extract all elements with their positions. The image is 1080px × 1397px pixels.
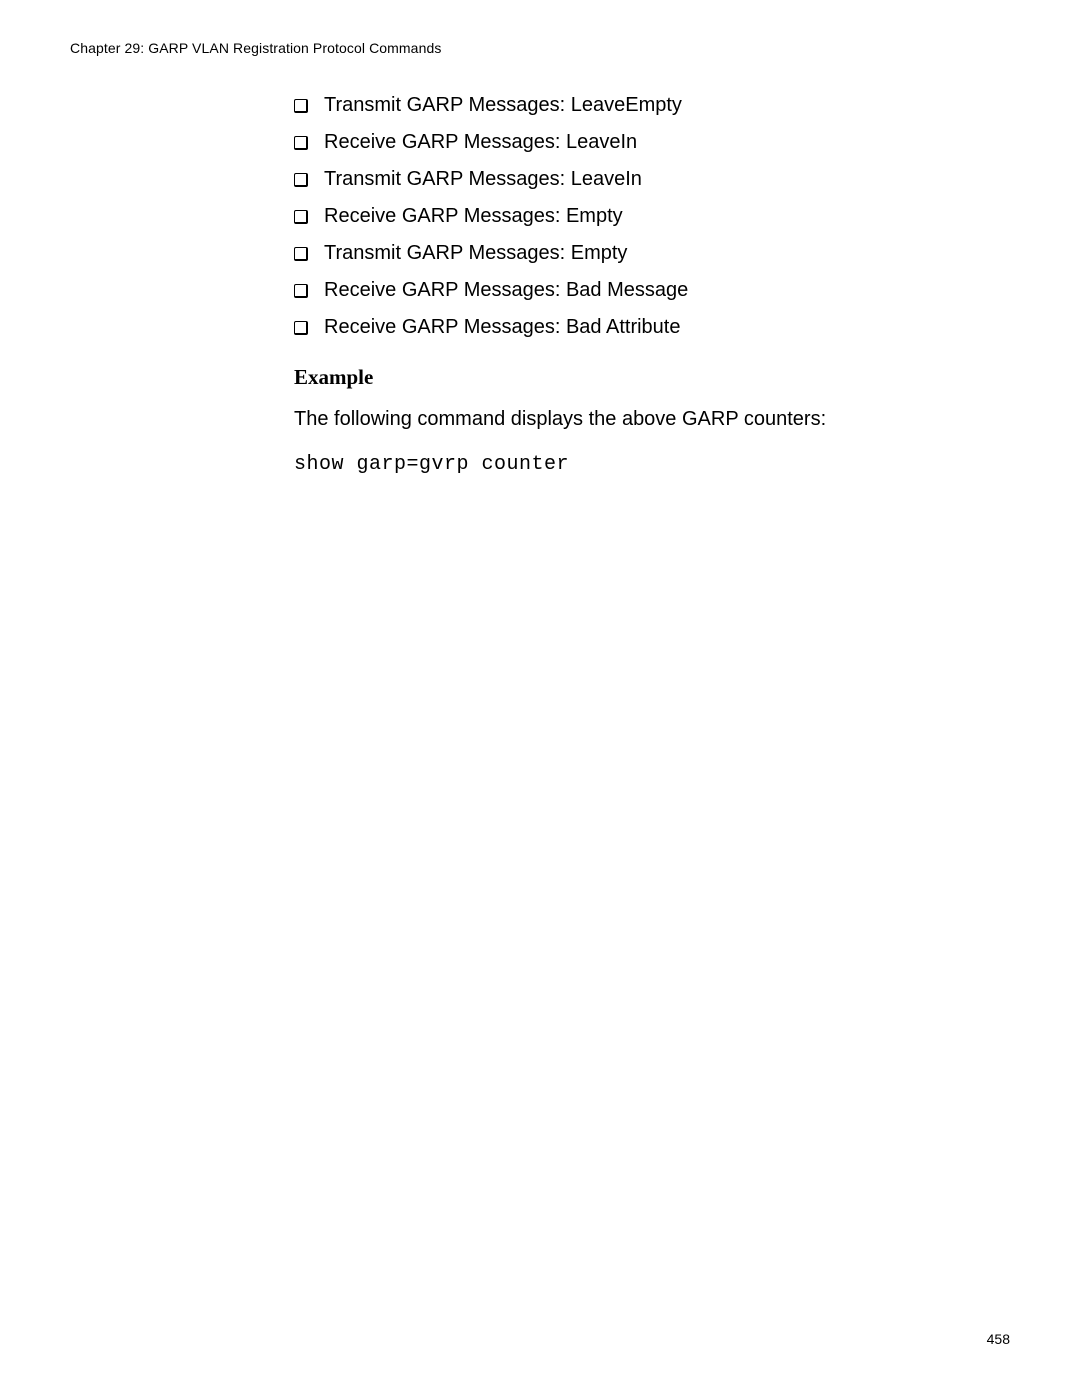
list-item: Transmit GARP Messages: Empty (294, 242, 1014, 265)
list-item-text: Transmit GARP Messages: LeaveEmpty (324, 94, 682, 117)
list-item: Transmit GARP Messages: LeaveIn (294, 168, 1014, 191)
main-content: Transmit GARP Messages: LeaveEmpty Recei… (294, 94, 1014, 476)
checkbox-bullet-icon (294, 210, 308, 224)
page-header: Chapter 29: GARP VLAN Registration Proto… (70, 40, 1010, 56)
example-paragraph: The following command displays the above… (294, 408, 1014, 431)
checkbox-bullet-icon (294, 284, 308, 298)
checkbox-bullet-icon (294, 136, 308, 150)
list-item-text: Receive GARP Messages: Bad Message (324, 279, 688, 302)
list-item: Receive GARP Messages: LeaveIn (294, 131, 1014, 154)
list-item-text: Transmit GARP Messages: LeaveIn (324, 168, 642, 191)
bullet-list: Transmit GARP Messages: LeaveEmpty Recei… (294, 94, 1014, 339)
list-item: Receive GARP Messages: Empty (294, 205, 1014, 228)
list-item: Receive GARP Messages: Bad Message (294, 279, 1014, 302)
example-heading: Example (294, 365, 1014, 390)
checkbox-bullet-icon (294, 173, 308, 187)
checkbox-bullet-icon (294, 247, 308, 261)
checkbox-bullet-icon (294, 321, 308, 335)
example-code: show garp=gvrp counter (294, 453, 1014, 476)
list-item: Transmit GARP Messages: LeaveEmpty (294, 94, 1014, 117)
list-item: Receive GARP Messages: Bad Attribute (294, 316, 1014, 339)
list-item-text: Receive GARP Messages: Bad Attribute (324, 316, 680, 339)
checkbox-bullet-icon (294, 99, 308, 113)
list-item-text: Receive GARP Messages: LeaveIn (324, 131, 637, 154)
list-item-text: Transmit GARP Messages: Empty (324, 242, 627, 265)
document-page: Chapter 29: GARP VLAN Registration Proto… (0, 0, 1080, 1397)
list-item-text: Receive GARP Messages: Empty (324, 205, 623, 228)
page-number: 458 (987, 1331, 1010, 1347)
